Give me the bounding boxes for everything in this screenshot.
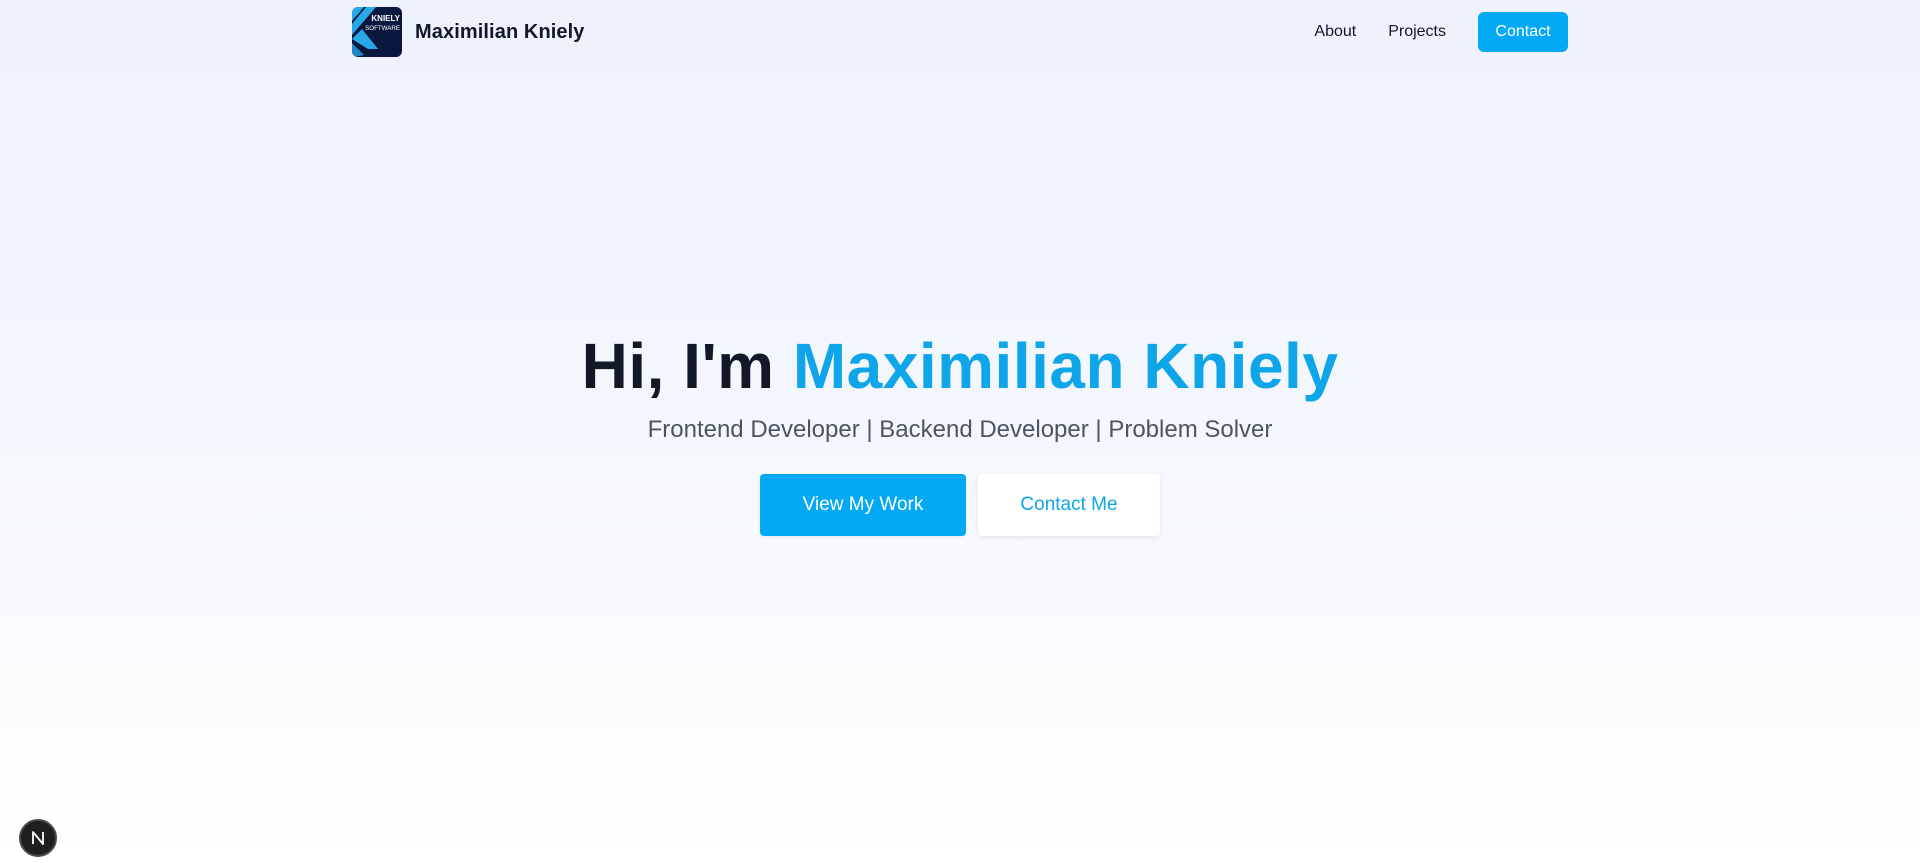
nextjs-n-icon	[32, 831, 44, 845]
contact-me-button[interactable]: Contact Me	[978, 474, 1160, 536]
hero-section: Hi, I'm Maximilian Kniely Frontend Devel…	[0, 328, 1920, 536]
navbar-inner: KNIELY SOFTWARE Maximilian Kniely About …	[352, 0, 1568, 64]
hero-subtitle: Frontend Developer | Backend Developer |…	[647, 416, 1273, 443]
hero-title-prefix: Hi, I'm	[581, 330, 793, 402]
nav-contact-button[interactable]: Contact	[1478, 12, 1568, 52]
kniely-software-logo: KNIELY SOFTWARE	[352, 7, 402, 57]
logo-text-line2: SOFTWARE	[365, 25, 400, 32]
navbar: KNIELY SOFTWARE Maximilian Kniely About …	[0, 0, 1920, 64]
nav-links: About Projects Contact	[1314, 12, 1568, 52]
hero-title: Hi, I'm Maximilian Kniely	[0, 328, 1920, 404]
brand-home-link[interactable]: KNIELY SOFTWARE Maximilian Kniely	[352, 7, 585, 57]
brand-name: Maximilian Kniely	[415, 20, 585, 43]
view-my-work-button[interactable]: View My Work	[760, 474, 966, 536]
nextjs-dev-indicator[interactable]	[19, 819, 57, 857]
logo-text-line1: KNIELY	[371, 14, 400, 23]
nav-link-about[interactable]: About	[1314, 23, 1356, 41]
nav-link-projects[interactable]: Projects	[1388, 23, 1446, 41]
hero-title-name: Maximilian Kniely	[792, 330, 1339, 402]
hero-buttons: View My Work Contact Me	[0, 474, 1920, 536]
